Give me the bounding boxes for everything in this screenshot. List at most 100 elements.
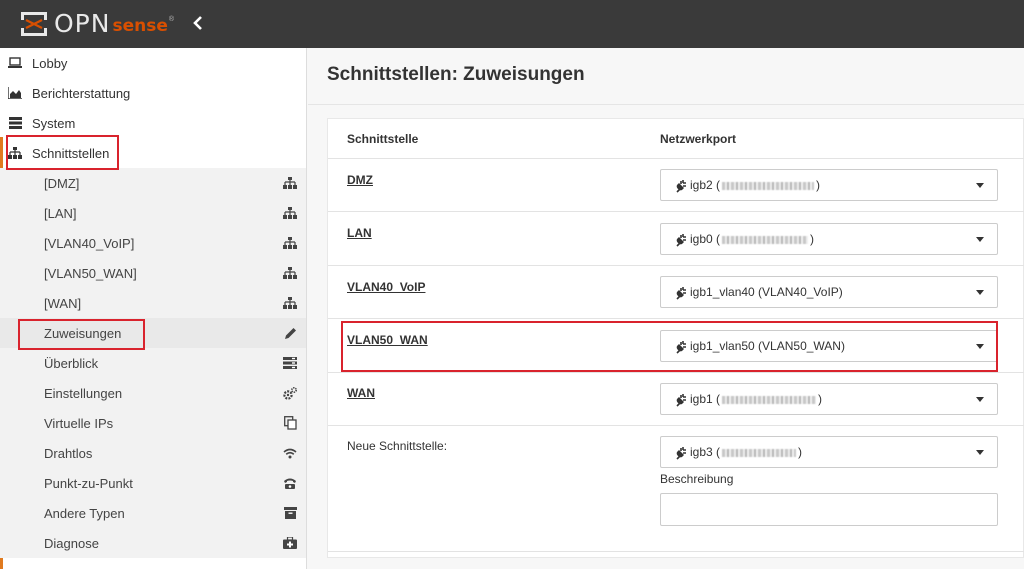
sidebar-subitem-label: Zuweisungen bbox=[44, 325, 122, 341]
caret-down-icon bbox=[976, 290, 984, 295]
column-header-network-port: Netzwerkport bbox=[660, 132, 737, 146]
sitemap-icon bbox=[283, 266, 297, 280]
interface-link-lan[interactable]: LAN bbox=[347, 226, 372, 240]
caret-down-icon bbox=[976, 450, 984, 455]
sidebar-subitem-lan[interactable]: [LAN] bbox=[0, 198, 306, 228]
row-divider bbox=[328, 265, 1024, 266]
phone-icon bbox=[283, 476, 297, 490]
sidebar-subitem-andere-typen[interactable]: Andere Typen bbox=[0, 498, 306, 528]
server-icon bbox=[8, 116, 22, 130]
chevron-left-icon bbox=[193, 16, 202, 30]
sidebar-subitem-punkt-zu-punkt[interactable]: Punkt-zu-Punkt bbox=[0, 468, 306, 498]
plug-icon bbox=[676, 180, 686, 193]
caret-down-icon bbox=[976, 183, 984, 188]
sidebar-subitem-label: Überblick bbox=[44, 355, 99, 371]
title-divider bbox=[308, 104, 1024, 105]
opnsense-logo[interactable]: OPN sense ® bbox=[20, 10, 174, 38]
sidebar-item-label: Schnittstellen bbox=[32, 145, 110, 161]
interface-link-vlan40-voip[interactable]: VLAN40_VoIP bbox=[347, 280, 425, 294]
opnsense-logo-icon bbox=[21, 12, 47, 36]
sitemap-icon bbox=[283, 236, 297, 250]
sidebar-subitem-diagnose[interactable]: Diagnose bbox=[0, 528, 306, 558]
sidebar-item-lobby[interactable]: Lobby bbox=[0, 48, 306, 78]
sidebar-subitem-ueberblick[interactable]: Überblick bbox=[0, 348, 306, 378]
sidebar-subitem-label: Einstellungen bbox=[44, 385, 123, 401]
sidebar-item-label: System bbox=[32, 115, 76, 131]
sitemap-icon bbox=[283, 296, 297, 310]
medkit-icon bbox=[283, 536, 297, 550]
interface-link-dmz[interactable]: DMZ bbox=[347, 173, 373, 187]
interface-link-vlan50-wan[interactable]: VLAN50_WAN bbox=[347, 333, 428, 347]
row-divider bbox=[328, 425, 1024, 426]
column-header-interface: Schnittstelle bbox=[347, 132, 419, 146]
interface-link-wan[interactable]: WAN bbox=[347, 386, 375, 400]
sidebar-item-label: Lobby bbox=[32, 55, 68, 71]
cogs-icon bbox=[283, 386, 297, 400]
sidebar-subitem-label: Virtuelle IPs bbox=[44, 415, 114, 431]
collapse-sidebar-button[interactable] bbox=[190, 15, 206, 33]
description-label: Beschreibung bbox=[660, 472, 734, 486]
sidebar-subitem-label: [LAN] bbox=[44, 205, 77, 221]
sidebar: Lobby Berichterstattung System Schnittst… bbox=[0, 48, 307, 569]
sidebar-subitem-label: [DMZ] bbox=[44, 175, 80, 191]
sidebar-item-schnittstellen[interactable]: Schnittstellen bbox=[0, 138, 306, 168]
sidebar-subitem-zuweisungen[interactable]: Zuweisungen bbox=[0, 318, 306, 348]
select-value: igb3 () bbox=[690, 445, 803, 459]
description-input[interactable] bbox=[660, 493, 998, 526]
sidebar-subitem-vlan50-wan[interactable]: [VLAN50_WAN] bbox=[0, 258, 306, 288]
page-title: Schnittstellen: Zuweisungen bbox=[327, 64, 585, 85]
list-icon bbox=[283, 356, 297, 370]
sidebar-subitem-virtuelle-ips[interactable]: Virtuelle IPs bbox=[0, 408, 306, 438]
select-value: igb1_vlan40 (VLAN40_VoIP) bbox=[690, 285, 843, 299]
sidebar-subitem-einstellungen[interactable]: Einstellungen bbox=[0, 378, 306, 408]
plug-icon bbox=[676, 341, 686, 354]
sidebar-subitem-label: [VLAN40_VoIP] bbox=[44, 235, 135, 251]
sitemap-icon bbox=[8, 146, 22, 160]
new-interface-label: Neue Schnittstelle: bbox=[347, 439, 448, 453]
row-divider bbox=[328, 211, 1024, 212]
sidebar-item-berichterstattung[interactable]: Berichterstattung bbox=[0, 78, 306, 108]
logo-accent-text: sense bbox=[112, 16, 168, 36]
sidebar-subitem-wan[interactable]: [WAN] bbox=[0, 288, 306, 318]
row-divider bbox=[328, 551, 1024, 552]
sidebar-subitem-label: [WAN] bbox=[44, 295, 82, 311]
sidebar-subitem-vlan40-voip[interactable]: [VLAN40_VoIP] bbox=[0, 228, 306, 258]
laptop-icon bbox=[8, 56, 22, 70]
select-value: igb1_vlan50 (VLAN50_WAN) bbox=[690, 339, 845, 353]
sidebar-subitem-label: Punkt-zu-Punkt bbox=[44, 475, 133, 491]
network-port-select-lan[interactable]: igb0 () bbox=[660, 223, 998, 255]
sidebar-subitem-label: Diagnose bbox=[44, 535, 99, 551]
sidebar-subitem-dmz[interactable]: [DMZ] bbox=[0, 168, 306, 198]
plug-icon bbox=[676, 394, 686, 407]
logo-registered-mark: ® bbox=[168, 16, 175, 23]
sidebar-item-system[interactable]: System bbox=[0, 108, 306, 138]
area-chart-icon bbox=[8, 86, 22, 100]
sidebar-subitem-drahtlos[interactable]: Drahtlos bbox=[0, 438, 306, 468]
sidebar-item-label: Berichterstattung bbox=[32, 85, 131, 101]
row-divider bbox=[328, 318, 1024, 319]
copy-icon bbox=[283, 416, 297, 430]
archive-icon bbox=[283, 506, 297, 520]
top-bar: OPN sense ® bbox=[0, 0, 1024, 48]
network-port-select-vlan40-voip[interactable]: igb1_vlan40 (VLAN40_VoIP) bbox=[660, 276, 998, 308]
network-port-select-vlan50-wan[interactable]: igb1_vlan50 (VLAN50_WAN) bbox=[660, 330, 998, 362]
plug-icon bbox=[676, 287, 686, 300]
select-value: igb1 () bbox=[690, 392, 823, 406]
row-divider bbox=[328, 372, 1024, 373]
select-value: igb0 () bbox=[690, 232, 815, 246]
pencil-icon bbox=[283, 326, 297, 340]
plug-icon bbox=[676, 234, 686, 247]
sidebar-subitem-label: Andere Typen bbox=[44, 505, 125, 521]
network-port-select-wan[interactable]: igb1 () bbox=[660, 383, 998, 415]
caret-down-icon bbox=[976, 397, 984, 402]
sitemap-icon bbox=[283, 206, 297, 220]
sidebar-subitem-label: Drahtlos bbox=[44, 445, 93, 461]
caret-down-icon bbox=[976, 237, 984, 242]
row-divider bbox=[328, 158, 1024, 159]
sidebar-subitem-label: [VLAN50_WAN] bbox=[44, 265, 137, 281]
logo-text: OPN bbox=[54, 9, 111, 38]
network-port-select-dmz[interactable]: igb2 () bbox=[660, 169, 998, 201]
new-interface-port-select[interactable]: igb3 () bbox=[660, 436, 998, 468]
select-value: igb2 () bbox=[690, 178, 821, 192]
sitemap-icon bbox=[283, 176, 297, 190]
